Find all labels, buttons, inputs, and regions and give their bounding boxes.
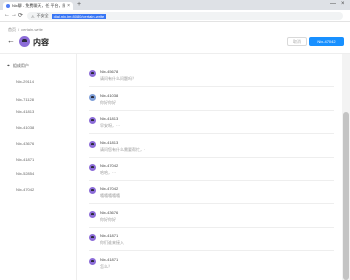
message-sender: Nix-47042	[100, 186, 119, 191]
message-sender: Nix-43676	[100, 210, 119, 215]
message-text: 早安呀，···	[100, 123, 120, 128]
scrollbar-thumb[interactable]	[343, 112, 349, 280]
message-item[interactable]: Nix-41813 请问您有什么需要帮忙，·	[89, 140, 334, 163]
tab-title: Nix聊 - 免费聊天，任 平台，随入 ...	[12, 3, 66, 8]
reload-icon[interactable]: ⟳	[18, 12, 23, 19]
breadcrumb-separator: /	[18, 27, 20, 32]
cancel-button[interactable]: 取消	[287, 37, 307, 46]
message-item[interactable]: Nix-41871 怎么？	[89, 257, 334, 280]
message-divider	[89, 133, 334, 134]
member-item[interactable]: Nix-41871	[16, 157, 34, 162]
browser-tab-bar: Nix聊 - 免费聊天，任 平台，随入 ... × + — ×	[0, 0, 350, 10]
breadcrumb: 首页 / certain-write	[8, 27, 43, 33]
message-sender: Nix-47042	[100, 163, 119, 168]
message-sender: Nix-45678	[100, 69, 119, 74]
message-item[interactable]: Nix-47042 哈哈，···	[89, 163, 334, 186]
window-close-icon[interactable]: ×	[341, 1, 345, 7]
message-item[interactable]: Nix-43676 你好你好	[89, 210, 334, 233]
back-icon[interactable]: ←	[4, 12, 10, 18]
message-sender: Nix-41813	[100, 140, 119, 145]
member-list-panel: ⌖ 组成用户 Nix-29114 Nix-71128 Nix-41813 Nix…	[0, 54, 77, 280]
message-item[interactable]: Nix-41871 你们谁来接入	[89, 233, 334, 256]
message-item[interactable]: Nix-41038 你好你好	[89, 93, 334, 116]
message-text: 嘻嘻嘻嘻嘻	[100, 193, 120, 198]
member-item[interactable]: Nix-52854	[16, 171, 34, 176]
message-text: 你好你好	[100, 217, 116, 222]
message-text: 怎么？	[100, 264, 112, 269]
message-divider	[89, 250, 334, 251]
warning-icon: ⚠	[31, 13, 35, 19]
pin-icon: ⌖	[7, 63, 10, 69]
message-divider	[89, 227, 334, 228]
avatar	[89, 164, 96, 171]
minimize-icon[interactable]: —	[330, 1, 336, 7]
avatar	[89, 70, 96, 77]
message-sender: Nix-41871	[100, 233, 119, 238]
message-list: Nix-45678 请问有什么问题吗？ Nix-41038 你好你好 Nix-4…	[77, 54, 342, 280]
member-item[interactable]: Nix-47042	[16, 187, 34, 192]
message-sender: Nix-41871	[100, 257, 119, 262]
message-item[interactable]: Nix-47042 嘻嘻嘻嘻嘻	[89, 186, 334, 209]
security-label: 不安全	[36, 13, 49, 18]
avatar	[89, 258, 96, 265]
tab-close-icon[interactable]: ×	[67, 3, 70, 9]
message-divider	[89, 86, 334, 87]
message-item[interactable]: Nix-41813 早安呀，···	[89, 116, 334, 139]
member-item[interactable]: Nix-43676	[16, 141, 34, 146]
message-divider	[89, 203, 334, 204]
favicon-icon	[6, 4, 10, 8]
page-title: 内容	[33, 38, 49, 47]
message-divider	[89, 180, 334, 181]
message-sender: Nix-41038	[100, 93, 119, 98]
breadcrumb-current: certain-write	[21, 27, 43, 32]
message-text: 请问您有什么需要帮忙，·	[100, 147, 146, 152]
avatar	[89, 187, 96, 194]
avatar	[19, 36, 30, 47]
new-tab-icon[interactable]: +	[77, 1, 81, 8]
message-divider	[89, 110, 334, 111]
message-sender: Nix-41813	[100, 116, 119, 121]
primary-user-button[interactable]: Nix-47042	[309, 37, 344, 46]
breadcrumb-parent[interactable]: 首页	[8, 27, 16, 32]
message-text: 请问有什么问题吗？	[100, 76, 136, 81]
member-item[interactable]: Nix-41813	[16, 109, 34, 114]
member-item[interactable]: Nix-71128	[16, 97, 34, 102]
message-text: 哈哈，···	[100, 170, 116, 175]
forward-icon[interactable]: →	[11, 12, 17, 18]
avatar	[89, 141, 96, 148]
member-list-header: ⌖ 组成用户	[7, 63, 29, 69]
message-text: 你们谁来接入	[100, 240, 124, 245]
back-arrow-icon[interactable]: ←	[7, 36, 15, 45]
member-item[interactable]: Nix-41038	[16, 125, 34, 130]
member-item[interactable]: Nix-29114	[16, 79, 34, 84]
avatar	[89, 94, 96, 101]
url-text[interactable]: dial.nix.im:8080/certain-write	[51, 13, 107, 19]
address-bar[interactable]: ⚠ 不安全 dial.nix.im:8080/certain-write	[27, 12, 343, 20]
message-text: 你好你好	[100, 100, 116, 105]
avatar	[89, 117, 96, 124]
browser-toolbar: ← → ⟳ ⚠ 不安全 dial.nix.im:8080/certain-wri…	[0, 10, 350, 22]
member-list-title: 组成用户	[12, 63, 29, 68]
message-item[interactable]: Nix-45678 请问有什么问题吗？	[89, 69, 334, 92]
message-divider	[89, 157, 334, 158]
avatar	[89, 234, 96, 241]
browser-tab[interactable]: Nix聊 - 免费聊天，任 平台，随入 ... ×	[3, 2, 73, 10]
avatar	[89, 211, 96, 218]
